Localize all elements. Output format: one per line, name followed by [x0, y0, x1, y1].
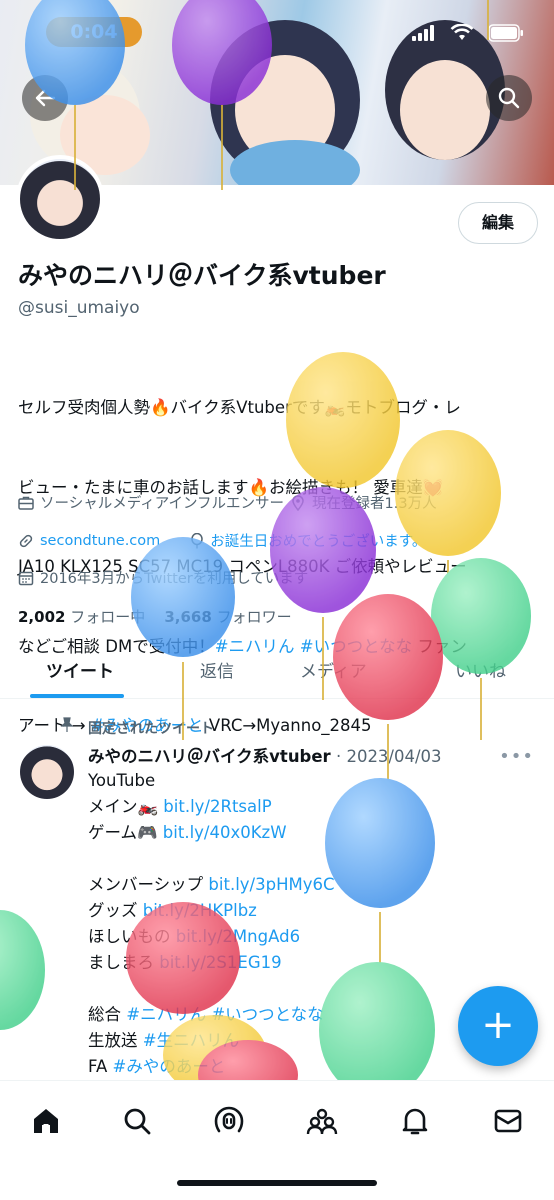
- balloon-green: [0, 910, 45, 1030]
- following-link[interactable]: 2,002 フォロー中: [18, 608, 145, 626]
- signal-icon: [412, 25, 434, 41]
- search-icon: [124, 1108, 151, 1135]
- nav-home[interactable]: [26, 1101, 66, 1141]
- tweet-link[interactable]: bit.ly/2MngAd6: [176, 927, 300, 946]
- tweet-line: [88, 976, 528, 1002]
- tweet-author[interactable]: みやのニハリ＠バイク系vtuber: [88, 747, 331, 766]
- tweet-link[interactable]: bit.ly/3pHMy6C: [208, 875, 334, 894]
- tweet-line: ゲーム🎮 bit.ly/40x0KzW: [88, 823, 287, 842]
- tweet-line: ましまろ bit.ly/2S1EG19: [88, 953, 282, 972]
- nav-search[interactable]: [117, 1101, 157, 1141]
- tweet-link[interactable]: #みやのあーと: [113, 1057, 226, 1076]
- tweet-link[interactable]: bit.ly/2S1EG19: [159, 953, 281, 972]
- tweet-line: ほしいもの bit.ly/2MngAd6: [88, 927, 301, 946]
- compose-tweet-button[interactable]: +: [458, 986, 538, 1066]
- communities-icon: [306, 1108, 338, 1135]
- tweet-link[interactable]: bit.ly/2HKPlbz: [143, 901, 257, 920]
- back-button[interactable]: [22, 75, 68, 121]
- tweet-date: · 2023/04/03: [335, 747, 442, 766]
- profile-meta-row: secondtune.com お誕生日おめでとうございます。: [18, 530, 426, 551]
- joined-label: 2016年3月からTwitterを利用しています: [40, 571, 309, 587]
- messages-icon: [494, 1109, 522, 1133]
- link-icon: [19, 534, 33, 547]
- tweet-link[interactable]: bit.ly/40x0KzW: [163, 823, 287, 842]
- search-button[interactable]: [486, 75, 532, 121]
- home-icon: [34, 1109, 58, 1133]
- nav-messages[interactable]: [488, 1101, 528, 1141]
- pinned-tweet-label: 固定されたツイート: [88, 721, 214, 737]
- handle: @susi_umaiyo: [18, 298, 140, 318]
- tweet-line: メンバーシップ bit.ly/3pHMy6C: [88, 875, 335, 894]
- birthday-label[interactable]: お誕生日おめでとうございます。: [210, 530, 426, 551]
- bio-line: セルフ受肉個人勢🔥バイク系Vtuberです🏍️モトブログ・レ: [18, 398, 461, 417]
- follow-counts: 2,002 フォロー中 3,668 フォロワー: [18, 606, 292, 627]
- tweet-line: YouTube: [88, 771, 156, 790]
- tab-replies[interactable]: 返信: [200, 657, 234, 682]
- category-label: ソーシャルメディアインフルエンサー: [40, 496, 285, 512]
- active-tab-indicator: [30, 694, 124, 698]
- notifications-icon: [402, 1108, 428, 1135]
- nav-spaces[interactable]: [209, 1101, 249, 1141]
- tweet-link[interactable]: bit.ly/2RtsalP: [163, 797, 271, 816]
- profile-meta-row: ソーシャルメディアインフルエンサー 現在登録者1.3万人: [18, 492, 437, 513]
- status-icons: [412, 24, 524, 42]
- tab-media[interactable]: メディア: [300, 657, 367, 682]
- status-bar: 0:04: [0, 0, 554, 60]
- calendar-icon: [18, 571, 34, 585]
- arrow-left-icon: [35, 89, 56, 107]
- tweet-link[interactable]: #生ニハリん: [143, 1031, 239, 1050]
- tweet-line: メイン🏍️ bit.ly/2RtsalP: [88, 797, 272, 816]
- tab-tweets[interactable]: ツイート: [46, 657, 114, 682]
- tweet-line: グッズ bit.ly/2HKPlbz: [88, 901, 257, 920]
- display-name: みやのニハリ＠バイク系vtuber: [18, 261, 386, 290]
- website-link[interactable]: secondtune.com: [40, 533, 160, 549]
- search-icon: [498, 87, 520, 109]
- profile-meta-row: 2016年3月からTwitterを利用しています: [18, 567, 308, 588]
- home-indicator: [177, 1180, 377, 1186]
- recording-timer: 0:04: [46, 17, 142, 47]
- tweet-line: FA #みやのあーと: [88, 1057, 226, 1076]
- edit-profile-button[interactable]: 編集: [458, 202, 538, 244]
- nav-communities[interactable]: [302, 1101, 342, 1141]
- profile-avatar[interactable]: [16, 155, 104, 243]
- profile-bio: セルフ受肉個人勢🔥バイク系Vtuberです🏍️モトブログ・レ ビュー・たまに車の…: [18, 342, 538, 766]
- tweet-avatar[interactable]: [20, 745, 74, 799]
- balloon-icon: [191, 532, 204, 548]
- tweet-line: [88, 846, 528, 872]
- more-options-icon[interactable]: •••: [499, 746, 534, 767]
- location-label: 現在登録者1.3万人: [312, 496, 437, 512]
- spaces-icon: [214, 1106, 244, 1133]
- nav-notifications[interactable]: [395, 1101, 435, 1141]
- tweet-link[interactable]: #ニハリん #いつつとなな: [126, 1005, 323, 1024]
- briefcase-icon: [18, 496, 34, 510]
- wifi-icon: [450, 24, 474, 40]
- profile-tabs: ツイート 返信 メディア いいね: [0, 645, 554, 699]
- pin-icon: [60, 717, 74, 732]
- tab-likes[interactable]: いいね: [455, 657, 506, 682]
- followers-link[interactable]: 3,668 フォロワー: [164, 608, 291, 626]
- location-pin-icon: [292, 494, 304, 511]
- battery-icon: [488, 24, 523, 42]
- tweet-header: みやのニハリ＠バイク系vtuber · 2023/04/03: [88, 743, 442, 767]
